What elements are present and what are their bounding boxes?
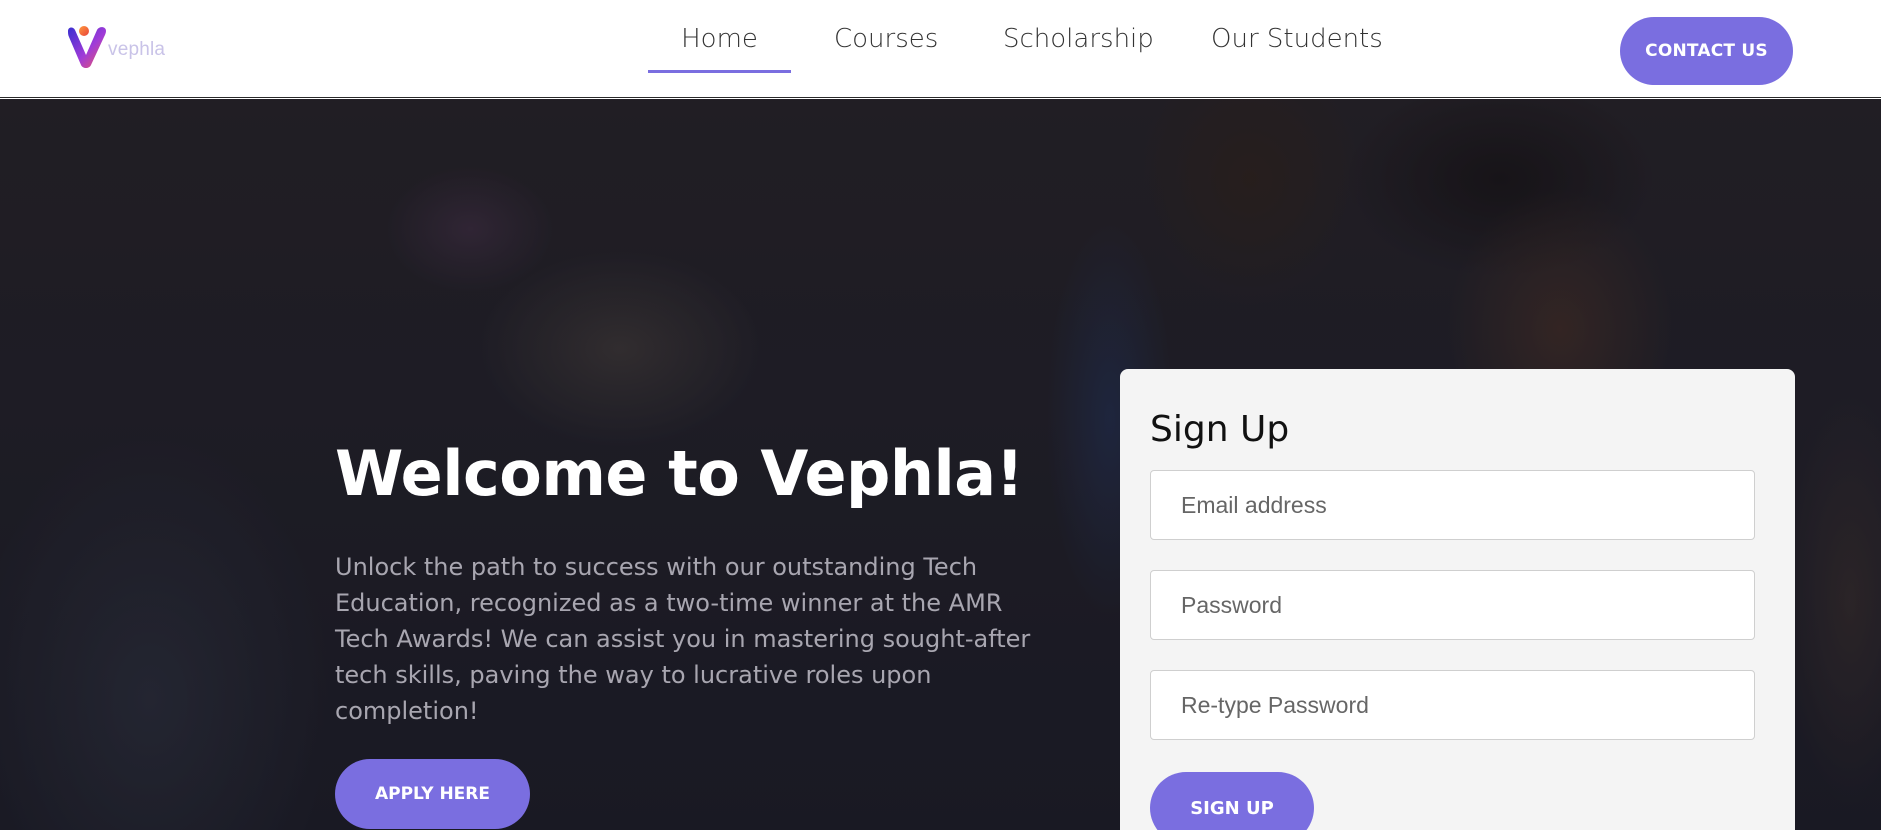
- nav-courses[interactable]: Courses: [834, 22, 938, 74]
- nav-scholarship[interactable]: Scholarship: [1003, 22, 1154, 74]
- email-field[interactable]: [1150, 470, 1755, 540]
- signup-card: Sign Up SIGN UP: [1120, 369, 1795, 830]
- password-field[interactable]: [1150, 570, 1755, 640]
- nav-active-indicator: [648, 70, 791, 73]
- hero-section: Welcome to Vephla! Unlock the path to su…: [0, 99, 1881, 830]
- retype-password-field[interactable]: [1150, 670, 1755, 740]
- nav-our-students[interactable]: Our Students: [1211, 22, 1383, 74]
- vephla-logo-icon: [68, 26, 106, 68]
- apply-here-button[interactable]: APPLY HERE: [335, 759, 530, 829]
- site-header: vephla Home Courses Scholarship Our Stud…: [0, 0, 1881, 98]
- logo-text: vephla: [108, 39, 166, 60]
- contact-us-button[interactable]: CONTACT US: [1620, 17, 1793, 85]
- hero-title: Welcome to Vephla!: [335, 437, 1024, 510]
- signup-title: Sign Up: [1150, 409, 1290, 450]
- sign-up-button[interactable]: SIGN UP: [1150, 772, 1314, 830]
- nav-home[interactable]: Home: [648, 22, 791, 74]
- hero-description: Unlock the path to success with our outs…: [335, 553, 1031, 725]
- logo[interactable]: vephla: [64, 20, 176, 72]
